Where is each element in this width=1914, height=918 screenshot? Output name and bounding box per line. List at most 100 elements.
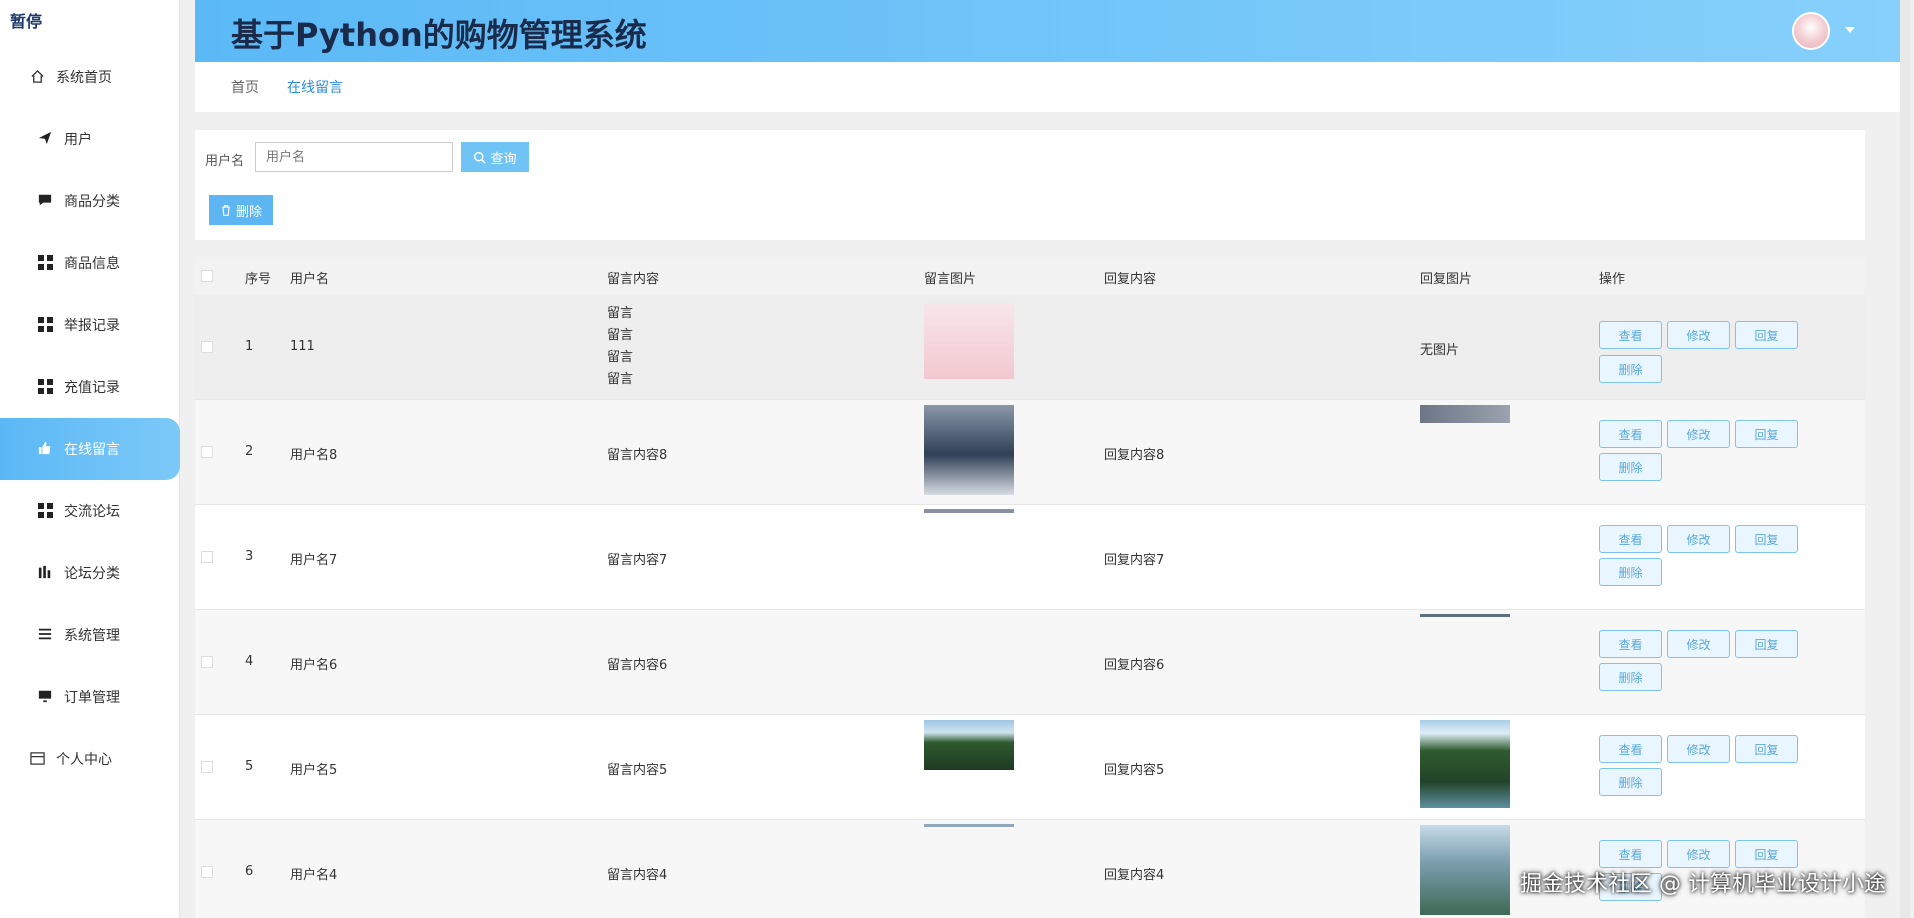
sidebar-item-label: 在线留言 xyxy=(64,442,120,458)
table-row: 4 用户名6 留言内容6 回复内容6 查看 修改 回复 删除 xyxy=(195,610,1865,715)
row-index: 2 xyxy=(245,444,254,459)
username-search-input[interactable] xyxy=(255,142,453,172)
reply-button[interactable]: 回复 xyxy=(1735,630,1798,658)
delete-button[interactable]: 删除 xyxy=(1599,768,1662,796)
message-image[interactable] xyxy=(924,720,1014,770)
breadcrumb: 首页 在线留言 xyxy=(195,62,1900,112)
reply-button[interactable]: 回复 xyxy=(1735,525,1798,553)
row-username: 用户名7 xyxy=(290,553,338,568)
message-image[interactable] xyxy=(924,303,1014,379)
message-image[interactable] xyxy=(924,509,1014,513)
page-scrollbar[interactable] xyxy=(1900,0,1910,918)
row-checkbox[interactable] xyxy=(201,761,213,773)
header-username[interactable]: 用户名 xyxy=(290,268,329,287)
reply-image[interactable] xyxy=(1420,614,1510,617)
reply-button[interactable]: 回复 xyxy=(1735,420,1798,448)
message-image[interactable] xyxy=(924,824,1014,827)
watermark: 掘金技术社区 @ 计算机毕业设计小途 xyxy=(1520,872,1886,897)
header-reply[interactable]: 回复内容 xyxy=(1104,268,1156,287)
row-index: 4 xyxy=(245,654,254,669)
row-reply: 回复内容7 xyxy=(1104,553,1165,568)
view-button[interactable]: 查看 xyxy=(1599,420,1662,448)
brand-logo: 暂停 xyxy=(10,12,43,31)
search-button[interactable]: 查询 xyxy=(461,142,529,172)
sidebar-item-user[interactable]: 用户 xyxy=(0,108,180,170)
row-username: 用户名5 xyxy=(290,763,338,778)
filter-panel: 用户名 查询 删除 xyxy=(195,130,1865,240)
reply-button[interactable]: 回复 xyxy=(1735,321,1798,349)
grid-icon xyxy=(38,255,54,271)
sidebar-item-label: 订单管理 xyxy=(64,690,120,706)
sidebar-item-system[interactable]: 系统管理 xyxy=(0,604,180,666)
view-button[interactable]: 查看 xyxy=(1599,630,1662,658)
chart-icon xyxy=(38,565,54,581)
send-icon xyxy=(38,131,54,147)
row-checkbox[interactable] xyxy=(201,656,213,668)
row-username: 用户名8 xyxy=(290,448,338,463)
row-reply-image: 无图片 xyxy=(1420,343,1460,358)
message-image[interactable] xyxy=(924,405,1014,495)
select-all-checkbox[interactable] xyxy=(201,270,213,282)
reply-image[interactable] xyxy=(1420,720,1510,808)
reply-button[interactable]: 回复 xyxy=(1735,840,1798,868)
sidebar-item-label: 举报记录 xyxy=(64,318,120,334)
sidebar-item-label: 系统首页 xyxy=(56,70,112,86)
edit-button[interactable]: 修改 xyxy=(1667,420,1730,448)
header-ops: 操作 xyxy=(1599,272,1626,287)
sidebar-item-goods[interactable]: 商品信息 xyxy=(0,232,180,294)
view-button[interactable]: 查看 xyxy=(1599,735,1662,763)
view-button[interactable]: 查看 xyxy=(1599,525,1662,553)
reply-image[interactable] xyxy=(1420,825,1510,915)
sidebar-item-home[interactable]: 系统首页 xyxy=(0,46,180,108)
sidebar-item-report[interactable]: 举报记录 xyxy=(0,294,180,356)
search-label: 查询 xyxy=(490,150,517,166)
sidebar-item-label: 用户 xyxy=(64,132,92,148)
batch-delete-button[interactable]: 删除 xyxy=(209,195,273,225)
delete-button[interactable]: 删除 xyxy=(1599,355,1662,383)
sidebar-item-label: 商品信息 xyxy=(64,256,120,272)
row-username: 用户名4 xyxy=(290,868,338,883)
row-username: 111 xyxy=(290,339,315,354)
row-index: 5 xyxy=(245,759,254,774)
reply-button[interactable]: 回复 xyxy=(1735,735,1798,763)
sidebar-item-forum[interactable]: 交流论坛 xyxy=(0,480,180,542)
message-table: 序号 用户名 留言内容 留言图片 回复内容 回复图片 操作 1 111 留言 留言… xyxy=(195,257,1865,918)
row-checkbox[interactable] xyxy=(201,866,213,878)
sidebar-item-orders[interactable]: 订单管理 xyxy=(0,666,180,728)
reply-image[interactable] xyxy=(1420,405,1510,423)
breadcrumb-home[interactable]: 首页 xyxy=(231,77,259,97)
table-row: 3 用户名7 留言内容7 回复内容7 查看 修改 回复 删除 xyxy=(195,505,1865,610)
edit-button[interactable]: 修改 xyxy=(1667,840,1730,868)
app-title: 基于Python的购物管理系统 xyxy=(231,16,647,54)
sidebar-item-category[interactable]: 商品分类 xyxy=(0,170,180,232)
row-checkbox[interactable] xyxy=(201,341,213,353)
sidebar-item-label: 个人中心 xyxy=(56,752,112,768)
app-header: 基于Python的购物管理系统 xyxy=(195,0,1900,62)
row-reply: 回复内容4 xyxy=(1104,868,1165,883)
edit-button[interactable]: 修改 xyxy=(1667,735,1730,763)
edit-button[interactable]: 修改 xyxy=(1667,321,1730,349)
sidebar-item-message[interactable]: 在线留言 xyxy=(0,418,180,480)
sidebar: 暂停 系统首页 用户 商品分类 商品信息 举报记录 充值记录 在线留言 交流论坛… xyxy=(0,0,180,918)
row-content: 留言内容6 xyxy=(607,658,668,673)
search-icon xyxy=(474,151,487,164)
view-button[interactable]: 查看 xyxy=(1599,840,1662,868)
header-content[interactable]: 留言内容 xyxy=(607,268,659,287)
table-header: 序号 用户名 留言内容 留言图片 回复内容 回复图片 操作 xyxy=(195,257,1865,295)
view-button[interactable]: 查看 xyxy=(1599,321,1662,349)
delete-button[interactable]: 删除 xyxy=(1599,663,1662,691)
edit-button[interactable]: 修改 xyxy=(1667,630,1730,658)
row-checkbox[interactable] xyxy=(201,446,213,458)
sidebar-item-label: 商品分类 xyxy=(64,194,120,210)
card-icon xyxy=(30,751,46,767)
row-content: 留言内容5 xyxy=(607,763,668,778)
sidebar-item-profile[interactable]: 个人中心 xyxy=(0,728,180,790)
delete-button[interactable]: 删除 xyxy=(1599,453,1662,481)
row-checkbox[interactable] xyxy=(201,551,213,563)
delete-button[interactable]: 删除 xyxy=(1599,558,1662,586)
chevron-down-icon[interactable] xyxy=(1845,27,1855,33)
sidebar-item-recharge[interactable]: 充值记录 xyxy=(0,356,180,418)
sidebar-item-forum-category[interactable]: 论坛分类 xyxy=(0,542,180,604)
edit-button[interactable]: 修改 xyxy=(1667,525,1730,553)
avatar[interactable] xyxy=(1792,12,1830,50)
